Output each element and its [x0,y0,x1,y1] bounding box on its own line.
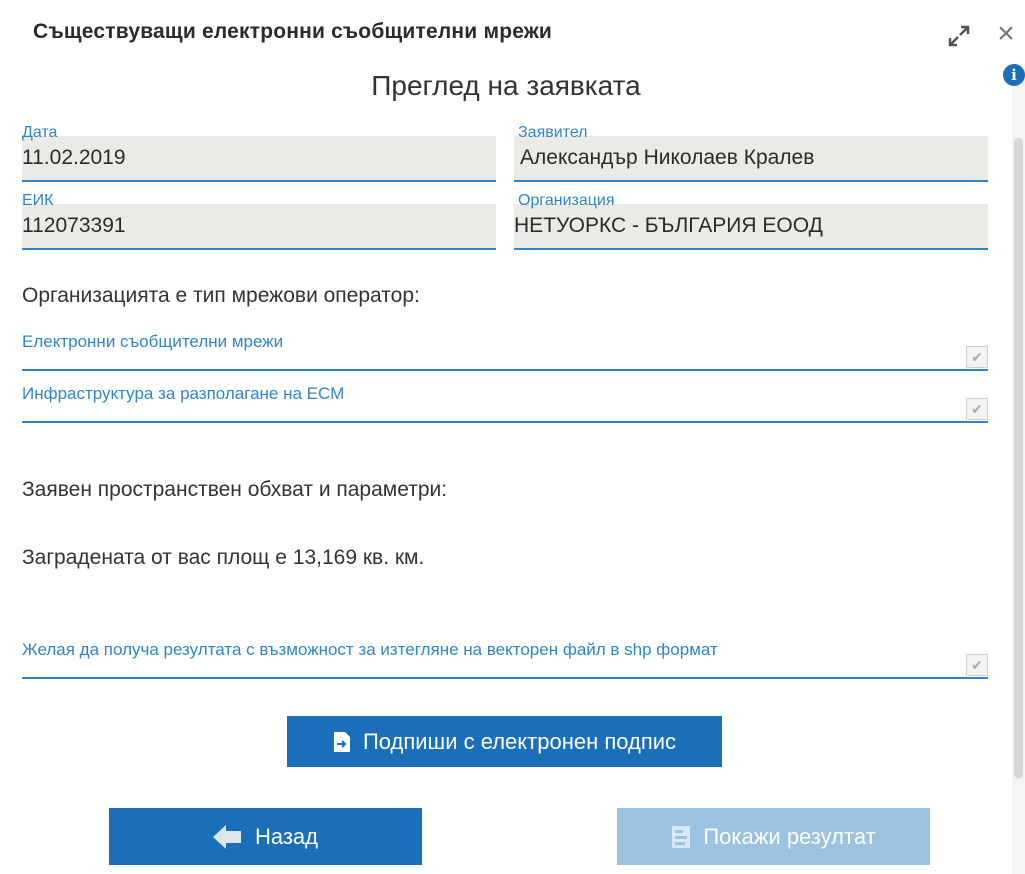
page-title: Преглед на заявката [371,70,641,101]
option-label: Желая да получа резултата с възможност з… [22,640,718,659]
expand-icon[interactable] [943,20,975,52]
checkbox-infrastructure[interactable]: ✔ [966,398,988,420]
window-title: Съществуващи електронни съобщителни мреж… [33,20,553,43]
option-vector-file[interactable]: Желая да получа резултата с възможност з… [22,634,988,679]
applicant-field: Заявител Александър Николаев Кралев [514,124,988,182]
eik-label: ЕИК [22,192,54,209]
checkbox-vector-file[interactable]: ✔ [966,654,988,676]
document-arrow-icon [333,731,350,752]
eik-value: 112073391 [22,214,126,237]
applicant-value: Александър Николаев Кралев [520,146,815,169]
show-result-button-label: Покажи резултат [703,823,876,849]
scrollbar[interactable] [1012,64,1025,874]
organization-value: НЕТУОРКС - БЪЛГАРИЯ ЕООД [514,214,823,237]
scroll-thumb[interactable] [1014,138,1023,778]
arrow-left-icon [212,824,241,849]
scope-title: Заявен пространствен обхват и параметри: [22,478,448,501]
eik-field: ЕИК 112073391 [22,192,496,250]
operator-type-title: Организацията е тип мрежови оператор: [22,284,420,307]
option-electronic-networks[interactable]: Електронни съобщителни мрежи ✔ [22,326,988,371]
sign-button[interactable]: Подпиши с електронен подпис [287,716,722,767]
result-document-icon [672,825,691,848]
sign-button-label: Подпиши с електронен подпис [362,728,677,754]
show-result-button[interactable]: Покажи резултат [617,808,930,865]
option-infrastructure[interactable]: Инфраструктура за разполагане на ЕСМ ✔ [22,378,988,423]
option-label: Инфраструктура за разполагане на ЕСМ [22,384,345,403]
date-label: Дата [22,124,58,141]
info-icon[interactable]: i [1003,64,1025,86]
checkbox-electronic-networks[interactable]: ✔ [966,346,988,368]
organization-label: Организация [518,192,615,209]
close-icon[interactable]: × [990,16,1022,52]
back-button[interactable]: Назад [109,808,422,865]
date-value: 11.02.2019 [22,146,126,169]
applicant-label: Заявител [518,124,588,141]
back-button-label: Назад [254,823,319,849]
date-field: Дата 11.02.2019 [22,124,496,182]
window-titlebar: Съществуващи електронни съобщителни мреж… [0,0,1025,64]
area-text: Заградената от вас площ е 13,169 кв. км. [22,546,425,569]
option-label: Електронни съобщителни мрежи [22,332,284,351]
organization-field: Организация НЕТУОРКС - БЪЛГАРИЯ ЕООД [514,192,988,250]
